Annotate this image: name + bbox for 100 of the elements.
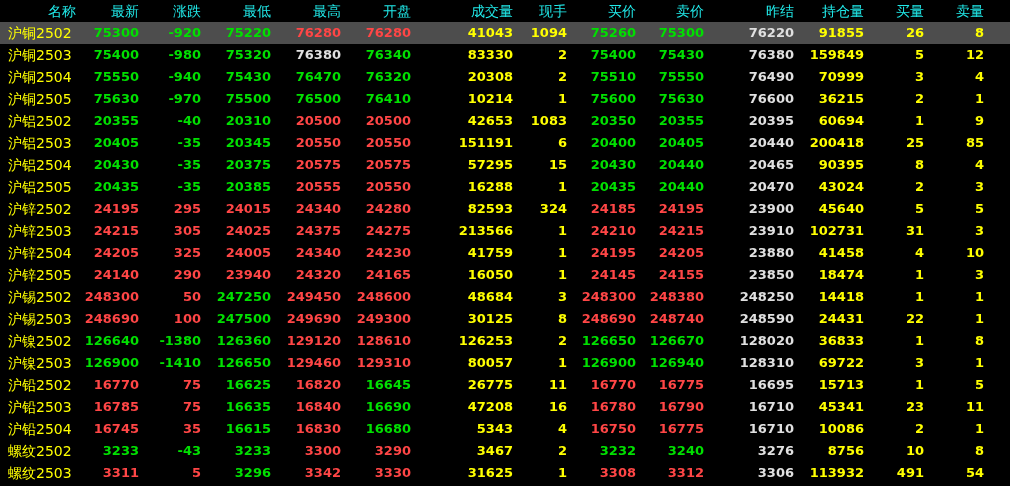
table-cell: 10 xyxy=(905,443,924,458)
table-cell: 3 xyxy=(974,179,984,194)
table-cell: 沪锌2505 xyxy=(8,267,72,283)
table-cell: 42653 xyxy=(467,113,513,128)
table-cell: 10086 xyxy=(818,421,864,436)
table-cell: 沪铅2502 xyxy=(8,377,72,393)
table-cell: 24340 xyxy=(295,245,341,260)
table-cell: 1 xyxy=(974,91,984,106)
table-cell: 16790 xyxy=(658,399,704,414)
table-cell: 213566 xyxy=(458,223,513,238)
table-cell: 20550 xyxy=(365,135,411,150)
table-cell: 1 xyxy=(557,465,567,480)
table-cell: 30125 xyxy=(467,311,513,326)
table-cell: 5343 xyxy=(476,421,513,436)
table-cell: 1 xyxy=(557,179,567,194)
table-cell: 100 xyxy=(173,311,201,326)
column-header[interactable]: 最新 xyxy=(80,0,143,22)
column-header[interactable]: 卖价 xyxy=(640,0,708,22)
table-cell: 113932 xyxy=(809,465,864,480)
table-cell: 5 xyxy=(974,377,984,392)
table-cell: 沪镍2502 xyxy=(8,333,72,349)
table-cell: 491 xyxy=(896,465,924,480)
table-cell: 128610 xyxy=(356,333,411,348)
table-cell: 76410 xyxy=(365,91,411,106)
table-cell: 16745 xyxy=(93,421,139,436)
table-cell: 沪锌2504 xyxy=(8,245,72,261)
table-cell: 1 xyxy=(557,91,567,106)
table-cell: 16775 xyxy=(658,421,704,436)
table-cell: 5 xyxy=(974,201,984,216)
table-cell: 16645 xyxy=(365,377,411,392)
table-cell: 23 xyxy=(905,399,924,414)
table-cell: 螺纹2503 xyxy=(8,465,72,481)
column-header[interactable]: 卖量 xyxy=(928,0,988,22)
table-cell: 76470 xyxy=(295,69,341,84)
table-cell: 2 xyxy=(914,421,924,436)
table-cell: 24375 xyxy=(295,223,341,238)
table-cell: 151191 xyxy=(458,135,513,150)
table-cell: 3306 xyxy=(757,465,794,480)
column-header[interactable]: 买价 xyxy=(571,0,640,22)
column-header[interactable]: 最低 xyxy=(205,0,275,22)
column-header[interactable]: 买量 xyxy=(868,0,928,22)
table-cell: 75630 xyxy=(658,91,704,106)
table-cell: 248600 xyxy=(356,289,411,304)
table-cell: 128020 xyxy=(739,333,794,348)
table-cell: 20465 xyxy=(748,157,794,172)
table-cell: -980 xyxy=(168,47,201,62)
table-cell: 3233 xyxy=(102,443,139,458)
table-cell: 沪铅2503 xyxy=(8,399,72,415)
table-cell: 248300 xyxy=(581,289,636,304)
table-cell: 1 xyxy=(974,311,984,326)
table-cell: 76600 xyxy=(748,91,794,106)
column-header[interactable]: 涨跌 xyxy=(143,0,205,22)
table-cell: 2 xyxy=(557,333,567,348)
table-cell: 24195 xyxy=(658,201,704,216)
column-header[interactable]: 持仓量 xyxy=(798,0,868,22)
table-cell: 24155 xyxy=(658,267,704,282)
column-header[interactable]: 昨结 xyxy=(708,0,798,22)
table-cell: 35 xyxy=(182,421,201,436)
table-cell: 3467 xyxy=(476,443,513,458)
table-cell: 75300 xyxy=(93,25,139,40)
table-cell: 2 xyxy=(557,69,567,84)
table-cell: 23850 xyxy=(748,267,794,282)
table-cell: 305 xyxy=(173,223,201,238)
table-cell: -43 xyxy=(177,443,201,458)
table-cell: -940 xyxy=(168,69,201,84)
column-header[interactable]: 名称 xyxy=(0,0,80,22)
table-cell: 3312 xyxy=(667,465,704,480)
table-cell: 75500 xyxy=(225,91,271,106)
table-cell: 16830 xyxy=(295,421,341,436)
table-cell: 20575 xyxy=(365,157,411,172)
table-cell: 36215 xyxy=(818,91,864,106)
table-cell: 沪铝2502 xyxy=(8,113,72,129)
quote-row[interactable]: 沪铜2502 75300 -920 75220 76280 76280 41043 1094 75260 75300 76220 91855 26 8 xyxy=(0,22,1010,44)
table-cell: 36833 xyxy=(818,333,864,348)
table-cell: 16710 xyxy=(748,421,794,436)
table-cell: 20375 xyxy=(225,157,271,172)
table-cell: 16615 xyxy=(225,421,271,436)
column-header[interactable]: 开盘 xyxy=(345,0,415,22)
table-cell: 23880 xyxy=(748,245,794,260)
table-cell: 5 xyxy=(914,201,924,216)
table-cell: 41043 xyxy=(467,25,513,40)
column-header[interactable]: 现手 xyxy=(517,0,571,22)
table-cell: 295 xyxy=(173,201,201,216)
table-cell: 48684 xyxy=(467,289,513,304)
table-cell: 1 xyxy=(914,333,924,348)
table-cell: 3296 xyxy=(234,465,271,480)
table-cell: 沪锡2503 xyxy=(8,311,72,327)
table-cell: 24205 xyxy=(658,245,704,260)
table-cell: 24215 xyxy=(93,223,139,238)
table-cell: 1 xyxy=(557,267,567,282)
column-header[interactable]: 成交量 xyxy=(415,0,517,22)
table-cell: 24165 xyxy=(365,267,411,282)
table-cell: 102731 xyxy=(809,223,864,238)
table-cell: 75600 xyxy=(590,91,636,106)
column-header[interactable]: 最高 xyxy=(275,0,345,22)
table-cell: 20440 xyxy=(658,157,704,172)
table-cell: 25 xyxy=(905,135,924,150)
table-cell: 1 xyxy=(974,421,984,436)
table-cell: 75 xyxy=(182,377,201,392)
table-cell: -35 xyxy=(177,179,201,194)
